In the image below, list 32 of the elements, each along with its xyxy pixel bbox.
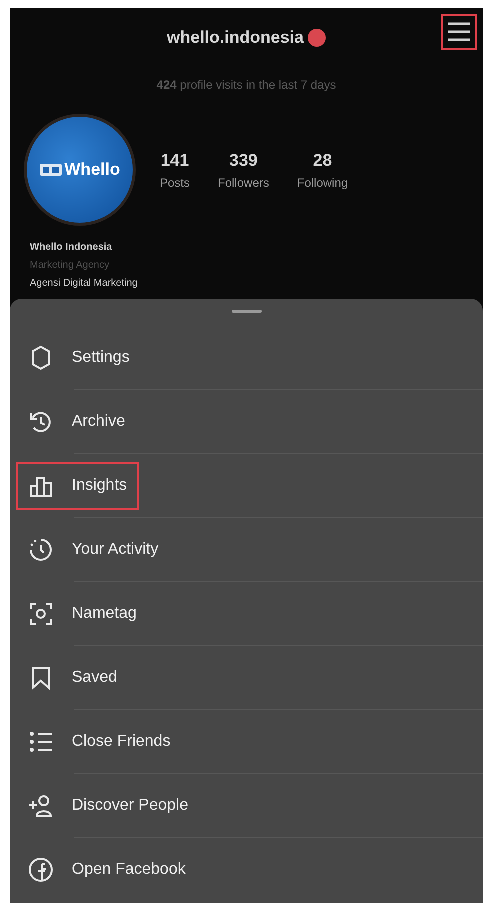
- profile-bio: Agensi Digital Marketing: [30, 277, 139, 291]
- profile-visits-text: 424 profile visits in the last 7 days: [156, 77, 336, 94]
- logo-mark-icon: [40, 164, 62, 176]
- avatar[interactable]: Whello: [24, 114, 136, 226]
- stat-label: Followers: [218, 174, 270, 192]
- menu-button[interactable]: [441, 14, 477, 50]
- menu-item[interactable]: Open Facebook: [28, 846, 186, 894]
- stat-value: 141: [160, 150, 190, 172]
- clock-icon: [28, 537, 54, 563]
- history-icon: [28, 409, 54, 435]
- menu-item[interactable]: Your Activity: [28, 526, 159, 574]
- username: whello.indonesia: [167, 27, 304, 50]
- list-icon: [28, 729, 54, 755]
- facebook-icon: [28, 857, 54, 883]
- scan-icon: [28, 601, 54, 627]
- menu-item[interactable]: Close Friends: [28, 718, 171, 766]
- stat-value: 28: [313, 150, 332, 172]
- profile-category: Marketing Agency: [30, 259, 110, 273]
- add-person-icon: [28, 793, 54, 819]
- stat-label: Posts: [160, 174, 190, 192]
- sheet-handle[interactable]: [232, 310, 262, 313]
- stat-label: Following: [297, 174, 348, 192]
- menu-item[interactable]: Nametag: [28, 590, 137, 638]
- menu-item[interactable]: Insights: [16, 462, 140, 510]
- menu-item[interactable]: Archive: [28, 398, 126, 446]
- profile-name: Whello Indonesia: [30, 241, 114, 255]
- stat-value: 339: [230, 150, 258, 172]
- menu-icon: [447, 22, 471, 42]
- menu-item[interactable]: Discover People: [28, 782, 188, 830]
- logo-text: Whello: [64, 159, 120, 182]
- menu-item[interactable]: Settings: [28, 334, 130, 382]
- menu-item[interactable]: Saved: [28, 654, 118, 702]
